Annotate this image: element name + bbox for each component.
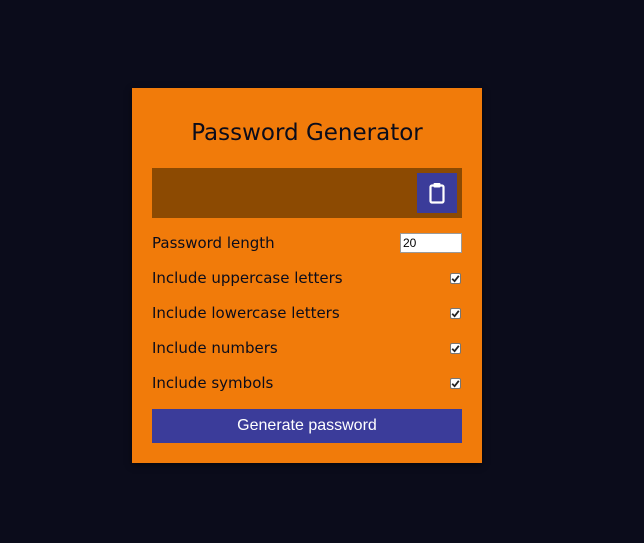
length-label: Password length [152, 234, 275, 252]
symbols-checkbox[interactable] [450, 378, 461, 389]
clipboard-icon [429, 182, 445, 204]
option-row-lowercase: Include lowercase letters [152, 303, 462, 325]
checkmark-icon [451, 310, 460, 318]
numbers-checkbox[interactable] [450, 343, 461, 354]
option-row-symbols: Include symbols [152, 373, 462, 395]
option-label-lowercase: Include lowercase letters [152, 304, 340, 322]
password-generator-card: Password Generator Password length Inclu… [132, 88, 482, 463]
option-row-uppercase: Include uppercase letters [152, 268, 462, 290]
checkmark-icon [451, 275, 460, 283]
copy-to-clipboard-button[interactable] [417, 173, 457, 213]
page-title: Password Generator [191, 120, 423, 146]
option-label-uppercase: Include uppercase letters [152, 269, 343, 287]
checkmark-icon [451, 345, 460, 353]
option-label-symbols: Include symbols [152, 374, 274, 392]
uppercase-checkbox[interactable] [450, 273, 461, 284]
option-label-numbers: Include numbers [152, 339, 278, 357]
generate-password-button[interactable]: Generate password [152, 409, 462, 443]
password-result-box [152, 168, 462, 218]
checkmark-icon [451, 380, 460, 388]
length-input[interactable] [400, 233, 462, 253]
option-row-numbers: Include numbers [152, 338, 462, 360]
lowercase-checkbox[interactable] [450, 308, 461, 319]
length-row: Password length [152, 233, 462, 255]
